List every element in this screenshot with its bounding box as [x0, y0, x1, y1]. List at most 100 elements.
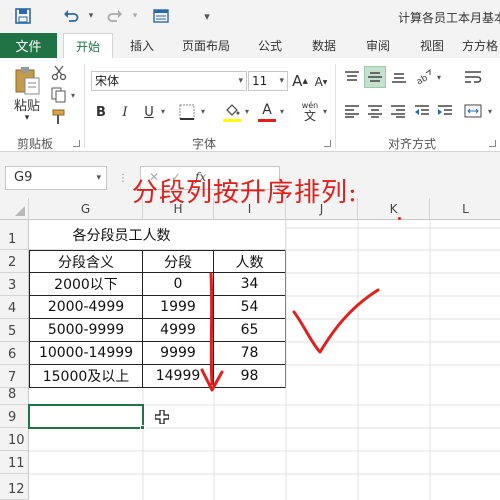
chevron-down-icon: ▾	[96, 173, 101, 183]
row-header-5[interactable]: 5	[0, 319, 29, 342]
underline-dropdown-icon[interactable]: ▾	[158, 106, 168, 116]
tab-file[interactable]: 文件	[0, 33, 57, 58]
chevron-down-icon: ▾	[238, 76, 243, 86]
tab-fangfang[interactable]: 方方格	[462, 33, 500, 58]
row-header-9[interactable]: 9	[0, 405, 29, 428]
phonetic-icon[interactable]: wén 文	[299, 100, 321, 122]
ribbon-tabs: 文件 开始 插入 页面布局 公式 数据 审阅 视图 方方格	[0, 33, 500, 58]
window-title: 计算各员工本月基本	[398, 11, 500, 25]
ribbon-separator	[335, 64, 336, 148]
align-bottom-icon[interactable]	[390, 68, 408, 86]
redo-icon[interactable]	[106, 7, 124, 25]
redo-dropdown-icon[interactable]: ▾	[126, 7, 144, 25]
merge-dropdown-icon[interactable]: ▾	[485, 106, 495, 116]
tab-formulas[interactable]: 公式	[248, 33, 292, 58]
paste-dropdown-icon[interactable]: ▾	[20, 113, 34, 123]
red-dot-mark	[398, 217, 401, 220]
customize-icon[interactable]: ▾	[198, 7, 216, 25]
name-box[interactable]: G9 ▾	[5, 166, 107, 190]
copy-icon[interactable]	[50, 86, 68, 104]
align-top-icon[interactable]	[343, 68, 361, 86]
annotation-text: 分段列按升序排列:	[132, 178, 358, 208]
tab-page-layout[interactable]: 页面布局	[172, 33, 240, 58]
name-box-value: G9	[14, 170, 33, 185]
align-center-icon[interactable]	[366, 102, 384, 120]
bold-button[interactable]: B	[93, 102, 109, 122]
fill-handle[interactable]	[140, 425, 145, 430]
clipboard-group-label: 剪贴板	[17, 137, 54, 151]
formula-bar-grip-icon: ⋮	[118, 172, 128, 184]
font-group-label: 字体	[192, 137, 217, 151]
save-icon[interactable]	[14, 7, 32, 25]
italic-button[interactable]: I	[117, 102, 133, 122]
column-header-k[interactable]: K	[358, 198, 430, 220]
font-name-value: 宋体	[95, 74, 120, 88]
font-size-dropdown[interactable]: 11 ▾	[248, 71, 288, 91]
font-color-bar	[258, 119, 276, 122]
spreadsheet-grid: G H I J K L 1 2 3 4 5 6 7 8 9 10 11 12 各…	[0, 198, 500, 500]
row-header-11[interactable]: 11	[0, 451, 29, 474]
font-launcher-icon[interactable]	[324, 140, 331, 147]
font-size-value: 11	[252, 74, 268, 88]
fill-color-icon[interactable]	[222, 100, 242, 120]
borders-dropdown-icon[interactable]: ▾	[198, 106, 208, 116]
tab-review[interactable]: 审阅	[356, 33, 400, 58]
row-header-6[interactable]: 6	[0, 342, 29, 365]
increase-indent-icon[interactable]	[436, 102, 454, 120]
undo-icon[interactable]	[62, 7, 80, 25]
chevron-down-icon: ▾	[279, 76, 284, 86]
row-header-10[interactable]: 10	[0, 428, 29, 451]
phonetic-dropdown-icon[interactable]: ▾	[320, 106, 330, 116]
orientation-dropdown-icon[interactable]: ▾	[434, 72, 444, 82]
row-header-12[interactable]: 12	[0, 474, 29, 500]
align-right-icon[interactable]	[389, 102, 407, 120]
font-color-dropdown-icon[interactable]: ▾	[277, 106, 287, 116]
align-middle-icon[interactable]	[364, 66, 386, 88]
format-painter-icon[interactable]	[50, 108, 68, 126]
row-header-4[interactable]: 4	[0, 296, 29, 319]
undo-dropdown-icon[interactable]: ▾	[82, 7, 100, 25]
title-bar: ▾ ▾ ▾ 计算各员工本月基本	[0, 0, 500, 33]
row-header-7[interactable]: 7	[0, 365, 29, 388]
alignment-launcher-icon[interactable]	[489, 140, 496, 147]
font-color-icon[interactable]: A	[258, 100, 276, 120]
increase-font-icon[interactable]: A ▲	[292, 71, 308, 91]
fill-color-bar	[223, 119, 241, 122]
ribbon-separator	[84, 64, 85, 148]
down-arrow-icon	[200, 272, 224, 392]
tab-view[interactable]: 视图	[410, 33, 454, 58]
merge-center-icon[interactable]	[462, 102, 484, 120]
copy-dropdown-icon[interactable]: ▾	[68, 90, 78, 100]
row-header-3[interactable]: 3	[0, 273, 29, 296]
row-header-8[interactable]: 8	[0, 387, 29, 405]
align-left-icon[interactable]	[343, 102, 361, 120]
clipboard-launcher-icon[interactable]	[73, 140, 80, 147]
cut-icon[interactable]	[50, 64, 68, 82]
decrease-indent-icon[interactable]	[413, 102, 431, 120]
row-header-2[interactable]: 2	[0, 250, 29, 273]
font-name-dropdown[interactable]: 宋体 ▾	[91, 71, 247, 91]
underline-button[interactable]: U	[141, 102, 157, 122]
orientation-icon[interactable]: ab	[412, 68, 434, 86]
ribbon: 粘贴 ▾ ▾ 剪贴板 宋体 ▾ 11 ▾ A ▲ A ▼ B I U ▾ ▾ ▾ A…	[0, 58, 500, 152]
cell-cursor-icon	[155, 410, 169, 424]
fill-color-dropdown-icon[interactable]: ▾	[242, 106, 252, 116]
row-header-1[interactable]: 1	[0, 220, 29, 250]
gridlines	[29, 220, 500, 500]
selected-cell-g9[interactable]	[28, 404, 144, 429]
column-header-l[interactable]: L	[430, 198, 500, 220]
select-all-corner[interactable]	[0, 198, 29, 220]
decrease-font-icon[interactable]: A ▼	[314, 73, 328, 91]
paste-icon[interactable]	[12, 66, 42, 96]
form-icon[interactable]	[152, 7, 170, 25]
tab-data[interactable]: 数据	[302, 33, 346, 58]
alignment-group-label: 对齐方式	[388, 137, 437, 151]
tab-home[interactable]: 开始	[63, 33, 113, 58]
check-mark-icon	[292, 288, 380, 354]
wrap-text-icon[interactable]	[462, 68, 484, 86]
column-header-g[interactable]: G	[29, 198, 143, 220]
borders-icon[interactable]	[177, 102, 197, 122]
paste-button[interactable]: 粘贴	[10, 96, 44, 114]
svg-text:ab: ab	[415, 73, 430, 85]
tab-insert[interactable]: 插入	[120, 33, 164, 58]
